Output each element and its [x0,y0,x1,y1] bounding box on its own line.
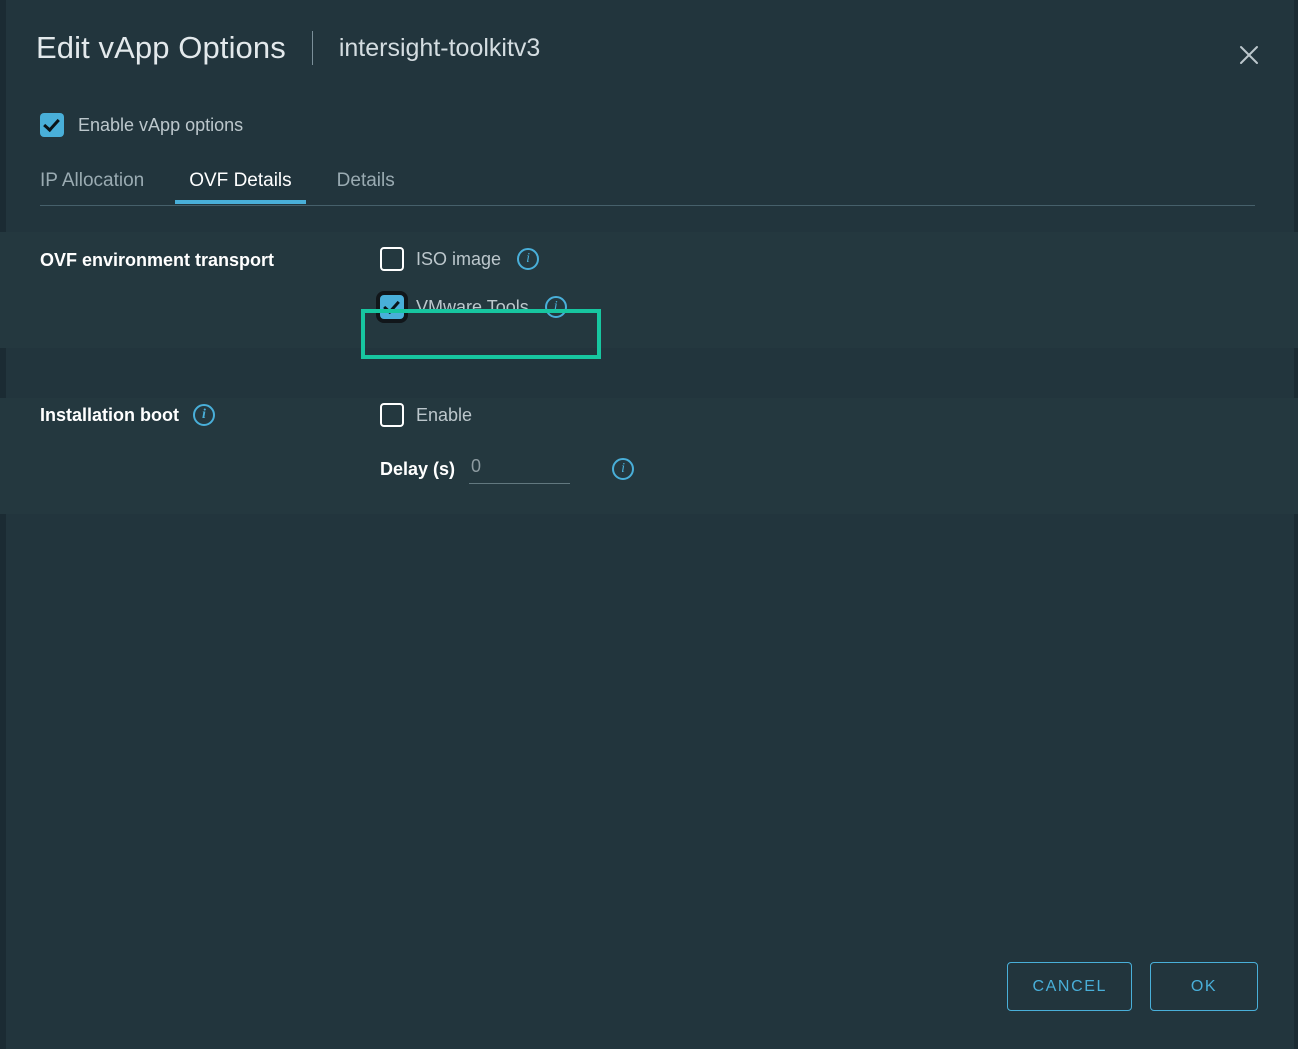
vmware-tools-info-icon[interactable]: i [545,296,567,318]
page-title: Edit vApp Options [36,30,286,66]
dialog-right-edge [1294,0,1298,1049]
ovf-details-panel: OVF environment transport ISO image i VM… [0,232,1298,484]
delay-info-icon[interactable]: i [612,458,634,480]
title-divider [312,31,313,65]
iso-image-label: ISO image [416,249,501,270]
tab-bar-divider [40,205,1255,206]
enable-vapp-options-label: Enable vApp options [78,115,243,136]
tab-ovf-details[interactable]: OVF Details [189,170,291,204]
installation-boot-enable-checkbox[interactable] [380,403,404,427]
footer-button-group: CANCEL OK [1007,962,1258,1011]
cancel-button[interactable]: CANCEL [1007,962,1132,1011]
ovf-environment-transport-controls: ISO image i VMware Tools i [340,232,1298,324]
installation-boot-enable-option[interactable]: Enable [380,398,1298,432]
ovf-environment-transport-label: OVF environment transport [0,232,340,288]
vmware-tools-option[interactable]: VMware Tools i [380,290,1298,324]
close-icon[interactable] [1230,36,1268,74]
iso-image-info-icon[interactable]: i [517,248,539,270]
tab-ip-allocation[interactable]: IP Allocation [40,170,144,204]
ok-button[interactable]: OK [1150,962,1258,1011]
enable-vapp-options-checkbox[interactable] [40,113,64,137]
delay-input[interactable] [469,454,570,484]
edit-vapp-options-dialog: Edit vApp Options intersight-toolkitv3 E… [0,0,1298,1049]
ovf-environment-transport-row: OVF environment transport ISO image i VM… [0,232,1298,348]
iso-image-checkbox[interactable] [380,247,404,271]
installation-boot-enable-label: Enable [416,405,472,426]
installation-boot-row: Installation boot i Enable Delay (s) i [0,398,1298,484]
installation-boot-label-group: Installation boot i [0,398,340,432]
installation-boot-info-icon[interactable]: i [193,404,215,426]
installation-boot-controls: Enable Delay (s) i [340,398,1298,484]
enable-vapp-options-checkbox-row[interactable]: Enable vApp options [40,113,243,137]
delay-field-row: Delay (s) i [380,454,1298,484]
title-row: Edit vApp Options intersight-toolkitv3 [36,30,540,66]
tab-bar: IP Allocation OVF Details Details [40,160,1255,208]
dialog-left-edge [0,0,6,1049]
dialog-header: Edit vApp Options intersight-toolkitv3 [0,0,1298,100]
vmware-tools-checkbox[interactable] [380,295,404,319]
dialog-footer: CANCEL OK [0,949,1298,1049]
iso-image-option[interactable]: ISO image i [380,242,1298,276]
installation-boot-label: Installation boot [40,405,179,426]
tab-details[interactable]: Details [337,170,395,204]
vm-name-subtitle: intersight-toolkitv3 [339,34,540,63]
delay-label: Delay (s) [380,459,455,480]
vmware-tools-label: VMware Tools [416,297,529,318]
